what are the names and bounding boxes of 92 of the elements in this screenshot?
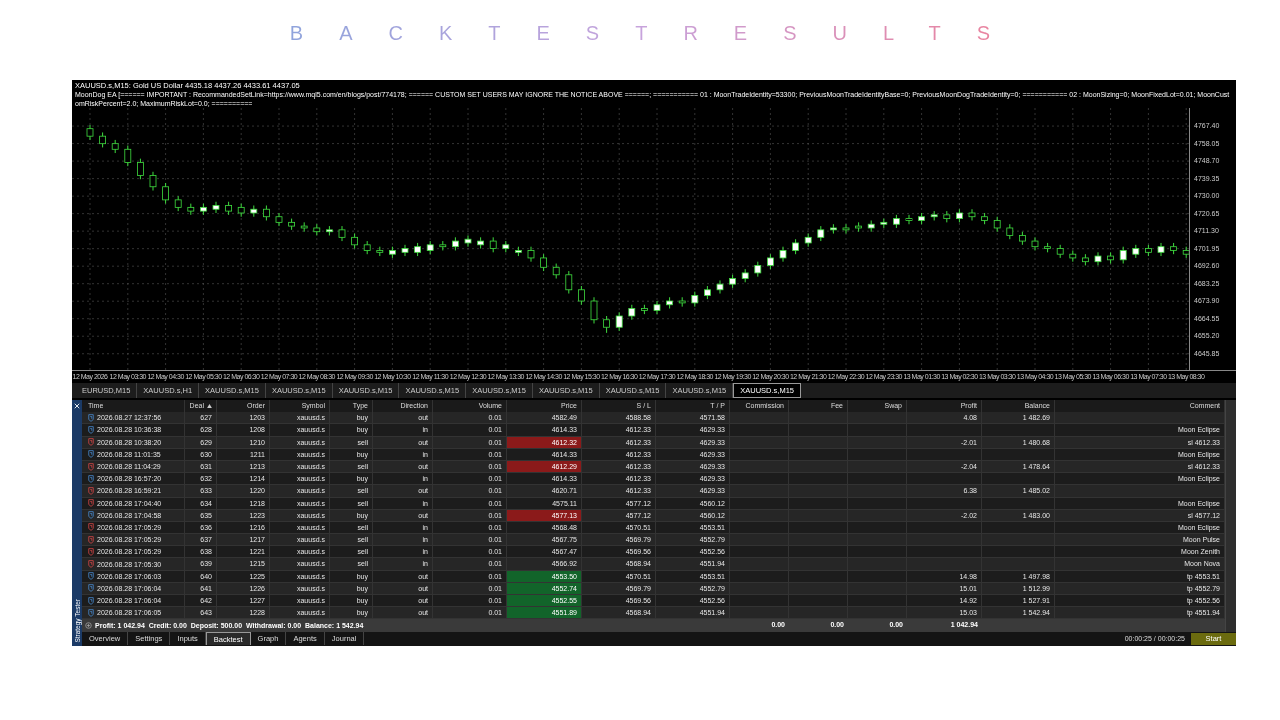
candle	[804, 233, 812, 248]
candle	[439, 240, 447, 251]
candle	[956, 208, 963, 223]
candle	[678, 296, 686, 308]
candle	[464, 234, 472, 248]
candle	[615, 311, 623, 332]
candle	[111, 139, 119, 154]
candle	[603, 315, 610, 334]
candle	[1132, 244, 1140, 259]
candle	[817, 225, 825, 242]
candle	[1145, 244, 1152, 257]
candle	[1069, 249, 1077, 263]
candle	[313, 223, 321, 236]
candle	[237, 203, 245, 218]
candle	[691, 291, 699, 308]
candle	[489, 236, 497, 253]
candle	[137, 158, 144, 180]
candle	[1182, 246, 1189, 259]
expand-icon[interactable]	[85, 621, 92, 629]
candle	[1094, 251, 1102, 266]
candle	[716, 279, 724, 294]
candle	[1107, 251, 1114, 265]
candle	[414, 242, 421, 257]
candle	[212, 201, 220, 214]
candle	[993, 216, 1001, 233]
candle	[779, 246, 787, 263]
candle	[552, 263, 560, 280]
candle	[842, 223, 850, 235]
candle	[326, 225, 333, 236]
candle	[905, 214, 913, 225]
candle	[767, 253, 774, 270]
candle	[502, 240, 510, 253]
candle	[174, 195, 182, 212]
candle	[893, 214, 900, 229]
candle	[300, 221, 308, 233]
candle	[943, 210, 951, 223]
candle	[792, 238, 799, 255]
candle	[527, 246, 535, 263]
candle	[1006, 223, 1014, 240]
candle	[930, 210, 938, 221]
candle	[704, 285, 711, 300]
candle	[565, 270, 573, 294]
candle	[351, 233, 358, 250]
candle	[149, 171, 157, 191]
candle	[338, 225, 346, 242]
candle	[225, 201, 232, 216]
candle	[666, 296, 673, 309]
candle	[1082, 253, 1089, 266]
candle	[426, 240, 434, 255]
candle	[653, 300, 661, 315]
close-icon[interactable]	[74, 403, 80, 409]
candle	[981, 212, 988, 225]
candle	[855, 221, 862, 233]
candle	[641, 304, 648, 315]
candle	[187, 203, 195, 216]
candle	[1119, 246, 1127, 265]
candle	[1044, 242, 1051, 253]
candle	[754, 261, 762, 278]
candle	[263, 205, 270, 221]
candle	[540, 253, 547, 272]
scrollbar[interactable]	[1225, 400, 1236, 632]
candle	[1031, 236, 1039, 251]
candle	[515, 246, 522, 257]
candle	[86, 124, 94, 141]
candle	[275, 212, 283, 227]
candle	[867, 220, 875, 233]
candle	[401, 244, 409, 257]
sort-icon	[207, 404, 212, 409]
candle	[830, 223, 837, 235]
candle	[1170, 242, 1177, 255]
candle	[590, 296, 598, 324]
candle	[162, 182, 169, 205]
candle	[918, 212, 925, 225]
candle	[578, 285, 585, 306]
candle	[1056, 244, 1064, 259]
candle	[288, 218, 295, 231]
candle	[628, 304, 636, 321]
candle	[99, 131, 106, 148]
candle	[968, 208, 976, 221]
candle	[363, 240, 371, 255]
candle	[1157, 242, 1165, 257]
candle	[880, 218, 888, 229]
candle	[124, 145, 132, 167]
candle	[200, 203, 207, 216]
candle	[729, 274, 736, 289]
candle	[250, 205, 258, 218]
candle	[1019, 231, 1026, 246]
candle	[452, 236, 459, 251]
candle	[477, 236, 484, 250]
candle	[376, 246, 384, 257]
candle	[741, 268, 749, 283]
candle	[389, 246, 396, 259]
